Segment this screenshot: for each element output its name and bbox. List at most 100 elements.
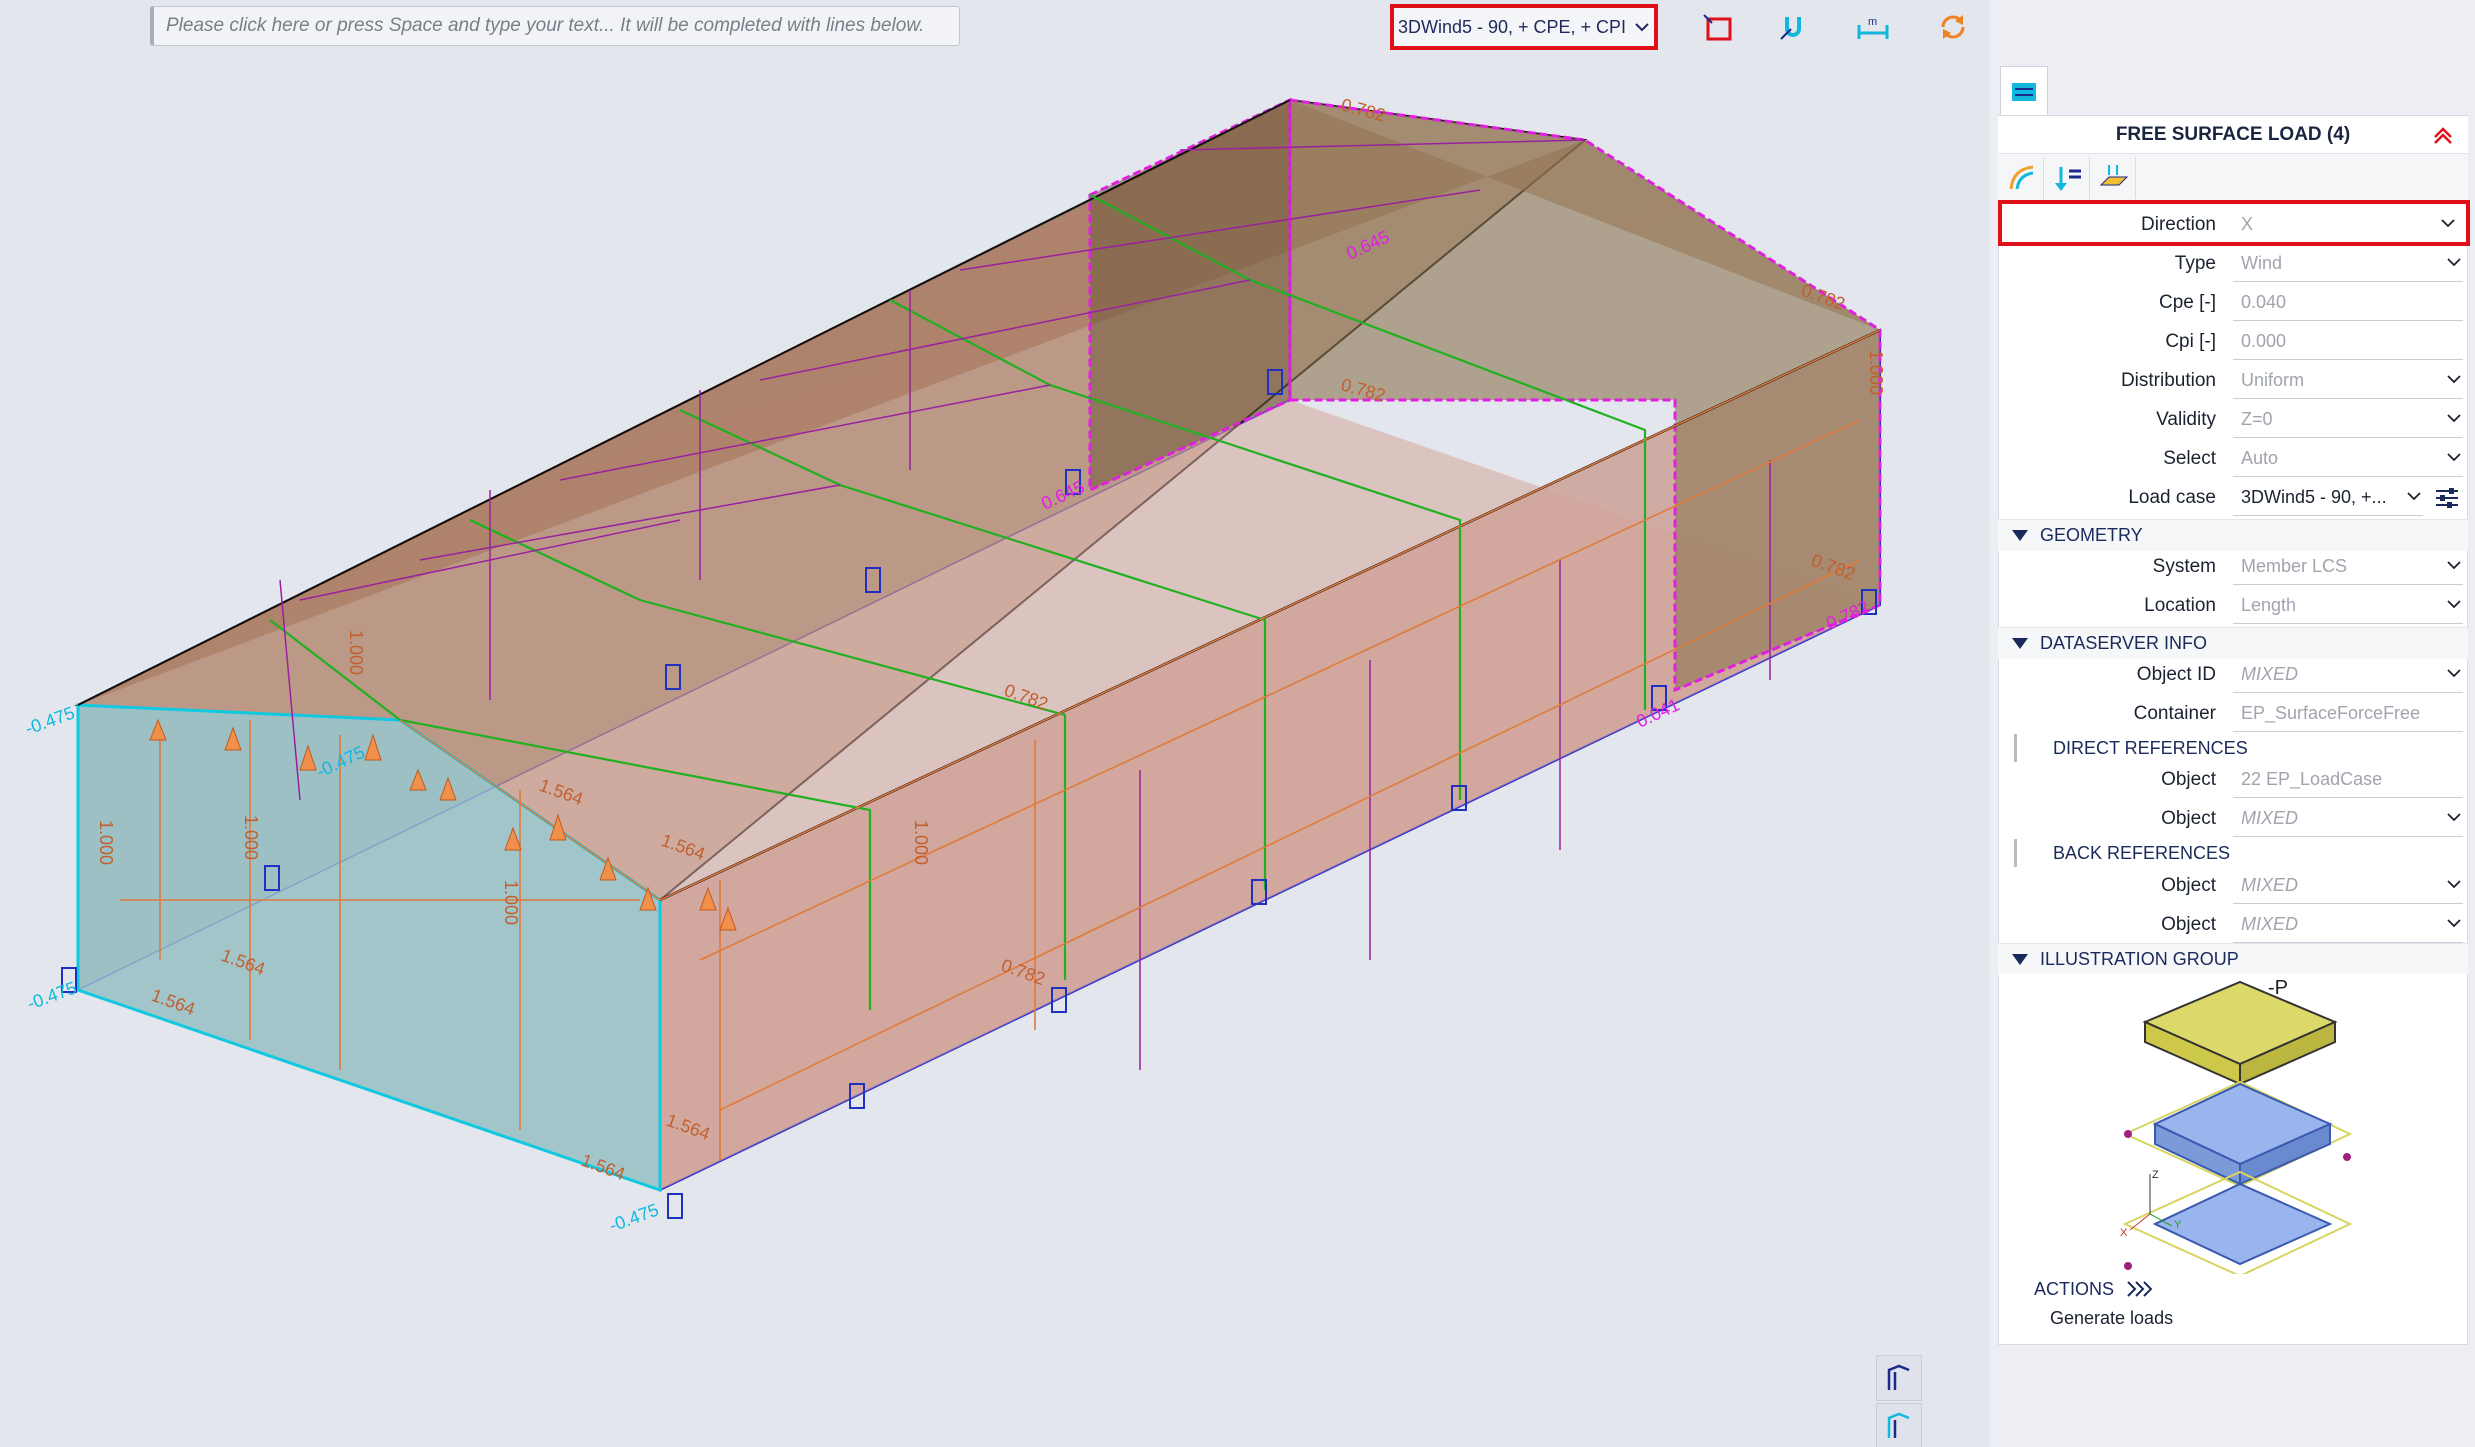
prop-location[interactable]: Location Length (1998, 586, 2468, 625)
prop-cpe[interactable]: Cpe [-] 0.040 (1998, 283, 2468, 322)
axis-y-label: Y (2174, 1219, 2182, 1231)
panel-title-text: FREE SURFACE LOAD (4) (2115, 123, 2351, 145)
frame-view-icon[interactable] (1876, 1355, 1922, 1401)
chevron-down-icon[interactable] (2446, 809, 2462, 825)
generate-loads-label: Generate loads (2050, 1307, 2174, 1328)
properties-tab[interactable] (2000, 66, 2048, 116)
back-references-label: BACK REFERENCES (2053, 842, 2231, 863)
prop-value[interactable]: Uniform (2233, 362, 2463, 399)
collapse-triangle-icon[interactable] (2012, 530, 2028, 541)
chevron-down-icon[interactable] (2446, 876, 2462, 892)
prop-value[interactable]: 22 EP_LoadCase (2233, 761, 2463, 798)
panel-title: FREE SURFACE LOAD (4) (1998, 116, 2468, 154)
dimension-icon[interactable]: m (1850, 4, 1896, 50)
prop-loadcase[interactable]: Load case 3DWind5 - 90, +... (1998, 478, 2468, 517)
prop-system[interactable]: System Member LCS (1998, 547, 2468, 586)
direct-references-label: DIRECT REFERENCES (2053, 737, 2248, 758)
label-v6: 1.000 (1866, 350, 1886, 395)
chevron-down-icon (1635, 23, 1649, 32)
prop-label: Object (2161, 807, 2216, 829)
magnet-snap-icon[interactable] (1770, 4, 1816, 50)
rectangle-select-icon[interactable] (1695, 4, 1741, 50)
illustration-image: -P Z X Y (2000, 974, 2466, 1274)
prop-label: Direction (2141, 213, 2216, 235)
collapse-triangle-icon[interactable] (2012, 638, 2028, 649)
prop-direction[interactable]: Direction X (1998, 205, 2468, 244)
chevron-down-icon[interactable] (2446, 915, 2462, 931)
chevron-down-icon[interactable] (2446, 254, 2462, 270)
prop-value[interactable]: Z=0 (2233, 401, 2463, 438)
subsection-direct-references: DIRECT REFERENCES (2014, 734, 2248, 762)
section-illustration-label: ILLUSTRATION GROUP (2040, 949, 2239, 969)
loadcase-dropdown[interactable]: 3DWind5 - 90, + CPE, + CPI (1390, 4, 1658, 50)
illustration-p-label: -P (2268, 977, 2288, 999)
axis-x-label: X (2120, 1227, 2128, 1239)
prop-value[interactable]: Auto (2233, 440, 2463, 477)
frame-render-icon[interactable] (1876, 1403, 1922, 1447)
prop-direct-object-1[interactable]: Object 22 EP_LoadCase (1998, 760, 2468, 799)
section-geometry-label: GEOMETRY (2040, 525, 2143, 545)
prop-type[interactable]: Type Wind (1998, 244, 2468, 283)
prop-value[interactable]: X (2233, 206, 2463, 243)
prop-value[interactable]: MIXED (2233, 867, 2463, 904)
prop-value[interactable]: EP_SurfaceForceFree (2233, 695, 2463, 732)
label-v2: 1.000 (241, 815, 261, 860)
prop-value[interactable]: Wind (2233, 245, 2463, 282)
prop-label: System (2152, 555, 2216, 577)
wind-load-icon[interactable] (2000, 157, 2044, 199)
surface-load-icon[interactable] (2092, 157, 2136, 199)
prop-value[interactable]: MIXED (2233, 656, 2463, 693)
sort-list-icon[interactable] (2046, 157, 2090, 199)
chevron-down-icon[interactable] (2446, 596, 2462, 612)
subsection-back-references: BACK REFERENCES (2014, 839, 2230, 867)
panel-toolbar (1998, 154, 2468, 202)
chevron-down-icon[interactable] (2446, 410, 2462, 426)
prop-back-object-1[interactable]: Object MIXED (1998, 866, 2468, 905)
chevron-down-icon[interactable] (2446, 665, 2462, 681)
collapse-icon[interactable] (2430, 122, 2456, 148)
prop-back-object-2[interactable]: Object MIXED (1998, 905, 2468, 944)
prop-label: Object ID (2136, 663, 2216, 685)
prop-value[interactable]: MIXED (2233, 800, 2463, 837)
prop-cpi[interactable]: Cpi [-] 0.000 (1998, 322, 2468, 361)
prop-label: Object (2161, 768, 2216, 790)
loadcase-dropdown-label: 3DWind5 - 90, + CPE, + CPI (1397, 16, 1627, 37)
prop-value[interactable]: 0.040 (2233, 284, 2463, 321)
label-left-b: -0.475 (25, 978, 80, 1014)
axis-z-label: Z (2152, 1169, 2159, 1181)
command-line-input[interactable]: Please click here or press Space and typ… (150, 6, 960, 46)
label-left-d: -0.475 (607, 1200, 662, 1236)
prop-label: Load case (2128, 486, 2216, 508)
chevron-down-icon[interactable] (2440, 215, 2456, 231)
label-v4: 1.000 (911, 820, 931, 865)
prop-select[interactable]: Select Auto (1998, 439, 2468, 478)
generate-loads-action[interactable]: Generate loads (2050, 1304, 2173, 1332)
prop-value[interactable]: Length (2233, 587, 2463, 624)
prop-label: Location (2144, 594, 2216, 616)
prop-value[interactable]: Member LCS (2233, 548, 2463, 585)
model-viewport[interactable]: -0.475 -0.475 -0.475 -0.475 1.564 1.564 … (0, 0, 1990, 1447)
actions-header[interactable]: ACTIONS (1998, 1274, 2468, 1304)
double-chevron-right-icon[interactable] (2126, 1280, 2153, 1298)
refresh-icon[interactable] (1930, 4, 1976, 50)
chevron-down-icon[interactable] (2406, 488, 2422, 504)
prop-object-id[interactable]: Object ID MIXED (1998, 655, 2468, 694)
prop-label: Distribution (2120, 369, 2216, 391)
section-illustration[interactable]: ILLUSTRATION GROUP (1998, 943, 2468, 975)
prop-value[interactable]: 0.000 (2233, 323, 2463, 360)
prop-label: Type (2174, 252, 2216, 274)
prop-container[interactable]: Container EP_SurfaceForceFree (1998, 694, 2468, 733)
svg-text:m: m (1868, 16, 1877, 28)
prop-value[interactable]: MIXED (2233, 906, 2463, 943)
prop-label: Cpi [-] (2165, 330, 2216, 352)
chevron-down-icon[interactable] (2446, 371, 2462, 387)
prop-value[interactable]: 3DWind5 - 90, +... (2233, 479, 2423, 516)
chevron-down-icon[interactable] (2446, 449, 2462, 465)
collapse-triangle-icon[interactable] (2012, 954, 2028, 965)
prop-validity[interactable]: Validity Z=0 (1998, 400, 2468, 439)
structure-3d-view[interactable]: -0.475 -0.475 -0.475 -0.475 1.564 1.564 … (0, 0, 1990, 1447)
prop-direct-object-2[interactable]: Object MIXED (1998, 799, 2468, 838)
sliders-icon[interactable] (2434, 486, 2460, 510)
prop-distribution[interactable]: Distribution Uniform (1998, 361, 2468, 400)
chevron-down-icon[interactable] (2446, 557, 2462, 573)
